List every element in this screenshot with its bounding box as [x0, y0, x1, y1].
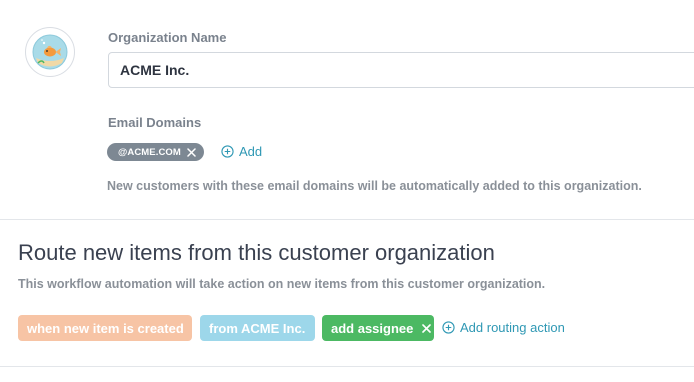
organization-settings: Organization Name Email Domains @ACME.CO…: [0, 0, 694, 219]
add-routing-action-button[interactable]: Add routing action: [442, 320, 565, 335]
email-domains-helper-text: New customers with these email domains w…: [107, 179, 642, 193]
trigger-label: when new item is created: [27, 320, 184, 336]
goldfish-bowl-icon: [32, 34, 68, 70]
email-domains-label: Email Domains: [108, 115, 202, 130]
routing-title: Route new items from this customer organ…: [18, 240, 495, 265]
trigger-pill[interactable]: when new item is created: [18, 315, 192, 341]
organization-name-input[interactable]: [108, 52, 694, 88]
condition-pill[interactable]: from ACME Inc.: [200, 315, 315, 341]
section-divider: [0, 219, 694, 220]
plus-circle-icon: [442, 321, 455, 334]
remove-action-icon[interactable]: [422, 321, 432, 336]
add-routing-action-label: Add routing action: [460, 320, 565, 335]
routing-subtitle: This workflow automation will take actio…: [18, 277, 546, 291]
organization-name-label: Organization Name: [108, 30, 227, 45]
add-domain-button[interactable]: Add: [221, 144, 262, 159]
email-domain-chip-label: @ACME.COM: [118, 146, 181, 158]
bottom-divider: [0, 366, 694, 367]
action-label: add assignee: [331, 320, 414, 336]
organization-avatar[interactable]: [25, 27, 75, 77]
remove-domain-icon[interactable]: [187, 147, 196, 157]
action-pill[interactable]: add assignee: [322, 315, 434, 341]
plus-circle-icon: [221, 145, 234, 158]
condition-label: from ACME Inc.: [209, 320, 306, 336]
add-domain-label: Add: [239, 144, 263, 159]
email-domain-chip[interactable]: @ACME.COM: [107, 143, 204, 161]
